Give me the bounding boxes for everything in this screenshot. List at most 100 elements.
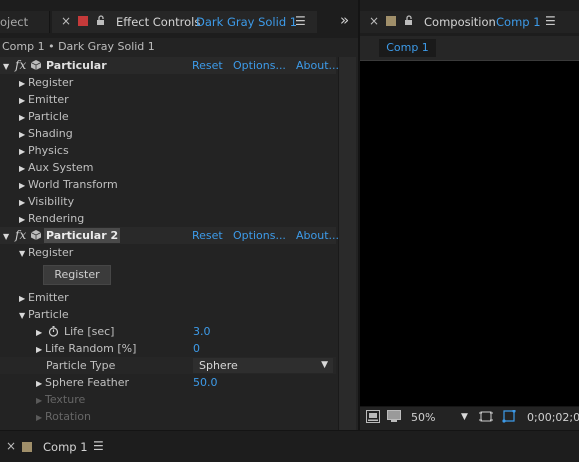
expand-arrow-icon: ▶: [19, 147, 26, 156]
collapse-arrow-icon: ▼: [19, 249, 26, 258]
effect-icon: [31, 230, 41, 240]
expand-arrow-icon: ▶: [19, 96, 26, 105]
reset-link[interactable]: Reset: [192, 57, 223, 74]
options-link[interactable]: Options...: [233, 227, 286, 244]
group-emitter[interactable]: ▶ Emitter: [0, 91, 336, 108]
group-label: Particle: [28, 110, 69, 123]
effect-name-selected: Particular 2: [44, 228, 121, 243]
fx-toggle[interactable]: fx: [15, 227, 26, 244]
group-register-expanded[interactable]: ▼ Register: [0, 244, 336, 261]
close-icon[interactable]: ×: [6, 439, 16, 453]
close-icon[interactable]: ×: [61, 14, 71, 28]
expand-arrow-icon: ▶: [19, 294, 26, 303]
comp-viewer[interactable]: [360, 60, 579, 406]
param-label: Sphere Feather: [45, 376, 130, 389]
stopwatch-icon[interactable]: [48, 326, 59, 337]
particle-type-value: Sphere: [199, 359, 238, 372]
group-aux-system[interactable]: ▶ Aux System: [0, 159, 336, 176]
comp-navigator-button[interactable]: Comp 1: [379, 39, 436, 57]
panel-divider[interactable]: [358, 0, 360, 430]
life-value[interactable]: 3.0: [193, 323, 211, 340]
project-tab-label: oject: [0, 15, 29, 29]
effect-controls-tab-layer: Dark Gray Solid 1: [196, 15, 298, 29]
group-visibility[interactable]: ▶ Visibility: [0, 193, 336, 210]
close-icon[interactable]: ×: [369, 14, 379, 28]
menu-icon[interactable]: ☰: [93, 439, 104, 453]
breadcrumb: Comp 1 • Dark Gray Solid 1: [2, 40, 155, 53]
param-label: Rotation: [45, 410, 92, 423]
sphere-feather-value[interactable]: 50.0: [193, 374, 218, 391]
register-button[interactable]: Register: [43, 265, 111, 285]
particle-type-dropdown[interactable]: Sphere ▼: [193, 358, 333, 373]
timecode[interactable]: 0;00;02;03: [527, 411, 579, 424]
param-sphere-feather[interactable]: ▶ Sphere Feather 50.0: [0, 374, 336, 391]
always-preview-icon[interactable]: [366, 410, 380, 423]
vertical-scrollbar[interactable]: [338, 57, 356, 430]
about-link[interactable]: About...: [296, 57, 339, 74]
group-physics[interactable]: ▶ Physics: [0, 142, 336, 159]
param-label: Texture: [45, 393, 86, 406]
group-label: Physics: [28, 144, 69, 157]
group-label: Rendering: [28, 212, 85, 225]
label-color-swatch: [22, 442, 32, 452]
menu-icon[interactable]: ☰: [545, 14, 556, 28]
region-icon[interactable]: [479, 410, 493, 423]
expand-arrow-icon: ▶: [36, 328, 43, 337]
effect-icon: [31, 60, 41, 70]
group-shading[interactable]: ▶ Shading: [0, 125, 336, 142]
lock-icon[interactable]: [96, 15, 106, 26]
group-label: Particle: [28, 308, 69, 321]
param-label: Life Random [%]: [45, 342, 137, 355]
param-texture-disabled: ▶ Texture: [0, 391, 336, 408]
group-world-transform[interactable]: ▶ World Transform: [0, 176, 336, 193]
expand-arrow-icon: ▶: [19, 198, 26, 207]
fx-toggle[interactable]: fx: [15, 57, 26, 74]
group-label: Shading: [28, 127, 73, 140]
group-emitter-2[interactable]: ▶ Emitter: [0, 289, 336, 306]
group-rendering[interactable]: ▶ Rendering: [0, 210, 336, 227]
expand-arrow-icon: ▶: [19, 113, 26, 122]
reset-link[interactable]: Reset: [192, 227, 223, 244]
expand-arrow-icon: ▶: [36, 345, 43, 354]
project-tab-partial[interactable]: oject: [0, 11, 50, 33]
param-life[interactable]: ▶ Life [sec] 3.0: [0, 323, 336, 340]
group-particle[interactable]: ▶ Particle: [0, 108, 336, 125]
expand-arrow-icon: ▶: [36, 379, 43, 388]
composition-tab-title: Composition: [424, 15, 496, 29]
param-life-random[interactable]: ▶ Life Random [%] 0: [0, 340, 336, 357]
effect-header-particular[interactable]: ▼ fx Particular Reset Options... About..…: [0, 57, 339, 74]
group-register[interactable]: ▶ Register: [0, 74, 336, 91]
expand-arrow-icon: ▶: [19, 130, 26, 139]
expand-arrow-icon: ▶: [19, 164, 26, 173]
collapse-arrow-icon: ▼: [3, 62, 10, 71]
dropdown-arrow-icon[interactable]: ▼: [461, 412, 468, 422]
group-particle-expanded[interactable]: ▼ Particle: [0, 306, 336, 323]
lock-icon[interactable]: [404, 15, 414, 26]
expand-arrow-icon: ▶: [19, 181, 26, 190]
group-label: Visibility: [28, 195, 75, 208]
transparency-grid-icon[interactable]: [502, 410, 516, 423]
group-label: World Transform: [28, 178, 118, 191]
param-rotation-disabled: ▶ Rotation: [0, 408, 336, 425]
menu-icon[interactable]: ☰: [295, 14, 306, 28]
label-color-swatch: [78, 16, 88, 26]
timeline-tab-label: Comp 1: [43, 440, 88, 454]
param-particle-type[interactable]: Particle Type Sphere ▼: [0, 357, 336, 374]
label-color-swatch: [386, 16, 396, 26]
expand-arrow-icon: ▶: [19, 215, 26, 224]
options-link[interactable]: Options...: [233, 57, 286, 74]
life-random-value[interactable]: 0: [193, 340, 200, 357]
collapse-arrow-icon: ▼: [19, 311, 26, 320]
comp-navigator-label: Comp 1: [386, 41, 429, 54]
effect-header-particular-2[interactable]: ▼ fx Particular 2 Reset Options... About…: [0, 227, 339, 244]
param-label: Life [sec]: [64, 325, 115, 338]
zoom-value[interactable]: 50%: [411, 411, 435, 424]
collapse-arrow-icon: ▼: [3, 232, 10, 241]
param-label: Particle Type: [46, 359, 116, 372]
expand-arrow-icon: ▶: [19, 79, 26, 88]
about-link[interactable]: About...: [296, 227, 339, 244]
group-label: Emitter: [28, 93, 69, 106]
expand-arrow-icon: ▶: [36, 413, 43, 422]
expand-icon[interactable]: »: [340, 11, 349, 29]
monitor-icon[interactable]: [387, 410, 401, 423]
